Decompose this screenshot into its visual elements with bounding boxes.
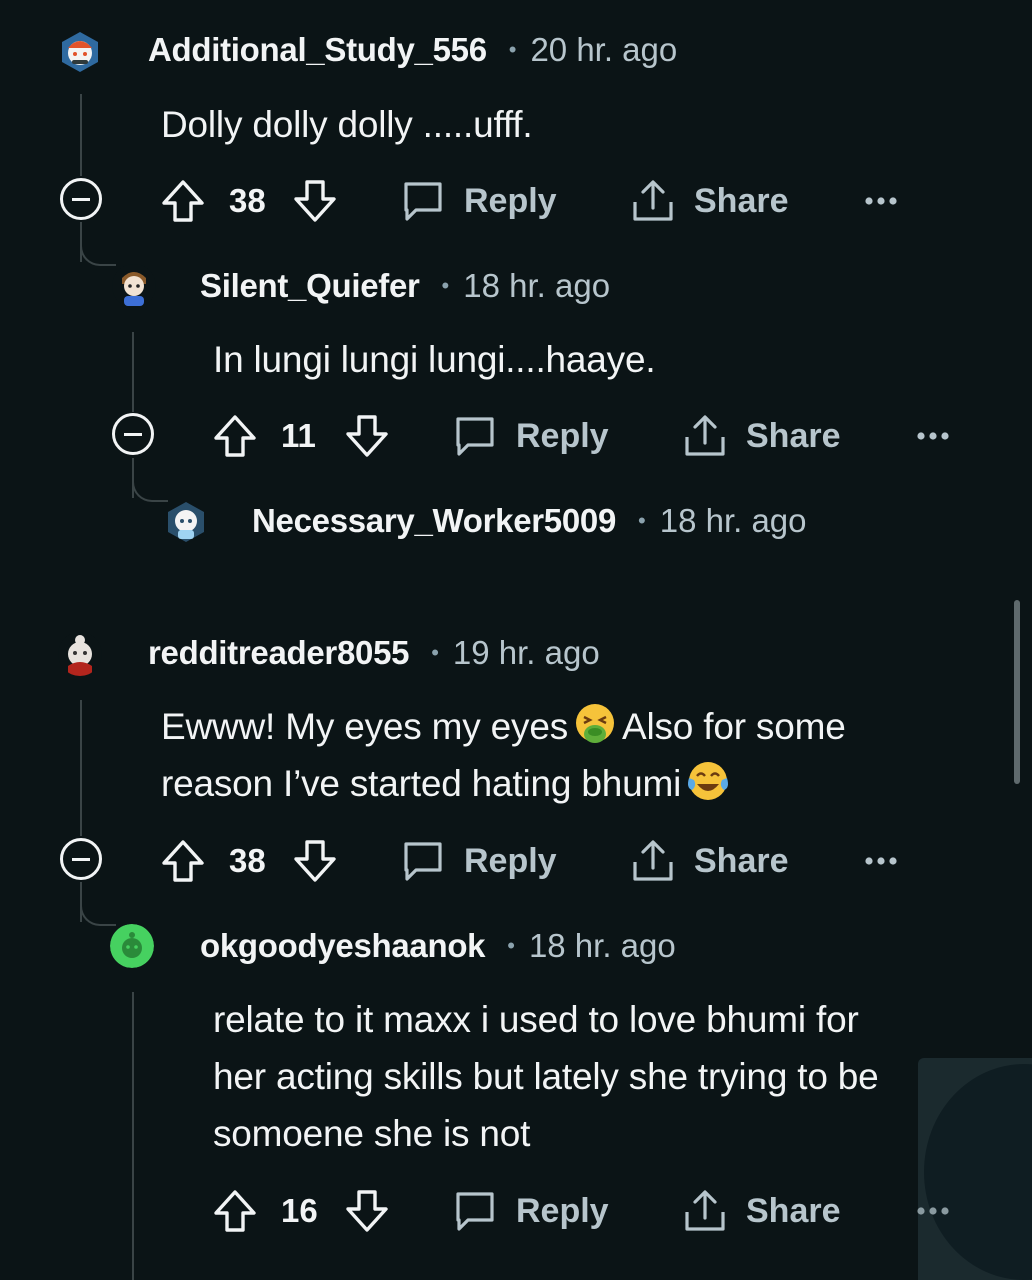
separator-dot: • bbox=[508, 37, 517, 62]
comment-meta: redditreader8055 • 19 hr. ago bbox=[148, 633, 600, 673]
separator-dot: • bbox=[638, 508, 646, 533]
face-vomiting-emoji bbox=[576, 704, 614, 743]
comment-actions: 38 Reply Share bbox=[160, 836, 920, 886]
comment-actions: 16 Reply Share bbox=[212, 1186, 972, 1236]
downvote-icon[interactable] bbox=[344, 411, 390, 461]
username[interactable]: Necessary_Worker5009 bbox=[252, 502, 616, 540]
more-options-icon[interactable] bbox=[864, 836, 898, 886]
upvote-icon[interactable] bbox=[212, 1186, 258, 1236]
vote-score: 16 bbox=[281, 1192, 318, 1229]
timestamp: 18 hr. ago bbox=[528, 927, 676, 964]
vote-score: 11 bbox=[281, 417, 316, 454]
thread-branch bbox=[80, 242, 116, 266]
timestamp: 18 hr. ago bbox=[463, 267, 611, 304]
share-icon[interactable] bbox=[682, 1186, 728, 1236]
comment-body-line: reason I’ve started hating bhumi bbox=[161, 755, 846, 812]
avatar[interactable] bbox=[112, 264, 156, 308]
upvote-icon[interactable] bbox=[160, 836, 206, 886]
timestamp: 19 hr. ago bbox=[452, 634, 600, 671]
floating-overlay-button[interactable] bbox=[918, 1058, 1032, 1280]
face-tears-of-joy-emoji bbox=[688, 762, 729, 800]
reply-icon[interactable] bbox=[400, 176, 446, 226]
share-button[interactable]: Share bbox=[694, 176, 789, 226]
reply-button[interactable]: Reply bbox=[516, 411, 609, 461]
comment-body-line: Ewww! My eyes my eyes Also for some bbox=[161, 698, 846, 755]
thread-branch bbox=[80, 902, 116, 926]
share-button[interactable]: Share bbox=[746, 1186, 841, 1236]
reply-button[interactable]: Reply bbox=[464, 176, 557, 226]
username[interactable]: okgoodyeshaanok bbox=[200, 927, 486, 965]
vote-score: 38 bbox=[229, 842, 266, 879]
timestamp: 20 hr. ago bbox=[530, 31, 678, 68]
collapse-button[interactable] bbox=[112, 413, 154, 455]
thread-line bbox=[132, 992, 134, 1280]
comment-body: relate to it maxx i used to love bhumi f… bbox=[213, 991, 879, 1162]
share-button[interactable]: Share bbox=[746, 411, 841, 461]
downvote-icon[interactable] bbox=[292, 836, 338, 886]
avatar[interactable] bbox=[110, 924, 154, 968]
username[interactable]: Silent_Quiefer bbox=[200, 267, 420, 305]
username[interactable]: Additional_Study_556 bbox=[148, 31, 487, 69]
share-icon[interactable] bbox=[682, 411, 728, 461]
share-icon[interactable] bbox=[630, 176, 676, 226]
scrollbar[interactable] bbox=[1014, 600, 1020, 784]
comment-actions: 38 Reply Share bbox=[160, 176, 920, 226]
comment-meta: Silent_Quiefer • 18 hr. ago bbox=[200, 266, 610, 306]
comment-body-line: her acting skills but lately she trying … bbox=[213, 1056, 879, 1097]
share-icon[interactable] bbox=[630, 836, 676, 886]
separator-dot: • bbox=[441, 273, 450, 298]
separator-dot: • bbox=[431, 640, 439, 665]
more-options-icon[interactable] bbox=[864, 176, 898, 226]
username[interactable]: redditreader8055 bbox=[148, 634, 409, 672]
vote-score: 38 bbox=[229, 182, 266, 219]
comment-body-line: relate to it maxx i used to love bhumi f… bbox=[213, 999, 859, 1040]
thread-branch bbox=[132, 478, 168, 502]
comment-meta: Additional_Study_556 • 20 hr. ago bbox=[148, 30, 677, 70]
more-options-icon[interactable] bbox=[916, 411, 950, 461]
collapse-button[interactable] bbox=[60, 178, 102, 220]
more-options-icon[interactable] bbox=[916, 1206, 950, 1216]
reply-button[interactable]: Reply bbox=[464, 836, 557, 886]
upvote-icon[interactable] bbox=[212, 411, 258, 461]
timestamp: 18 hr. ago bbox=[659, 502, 807, 539]
thread-line bbox=[132, 332, 134, 412]
share-button[interactable]: Share bbox=[694, 836, 789, 886]
avatar[interactable] bbox=[164, 500, 208, 544]
separator-dot: • bbox=[507, 933, 515, 958]
reply-icon[interactable] bbox=[452, 1186, 498, 1236]
collapse-button[interactable] bbox=[60, 838, 102, 880]
comment-body: Dolly dolly dolly .....ufff. bbox=[161, 104, 533, 145]
reply-icon[interactable] bbox=[452, 411, 498, 461]
comment-meta: okgoodyeshaanok • 18 hr. ago bbox=[200, 926, 676, 966]
thread-line bbox=[80, 700, 82, 836]
avatar[interactable] bbox=[58, 632, 102, 676]
downvote-icon[interactable] bbox=[344, 1186, 390, 1236]
comment-body-line: somoene she is not bbox=[213, 1113, 531, 1154]
comment-body: In lungi lungi lungi....haaye. bbox=[213, 339, 656, 380]
reply-button[interactable]: Reply bbox=[516, 1186, 609, 1236]
comment-meta: Necessary_Worker5009 • 18 hr. ago bbox=[252, 501, 807, 541]
comment-actions: 11 Reply Share bbox=[212, 411, 972, 461]
avatar[interactable] bbox=[58, 30, 102, 74]
reply-icon[interactable] bbox=[400, 836, 446, 886]
comment-body: Ewww! My eyes my eyes Also for some reaso… bbox=[161, 698, 846, 812]
downvote-icon[interactable] bbox=[292, 176, 338, 226]
thread-line bbox=[80, 94, 82, 176]
upvote-icon[interactable] bbox=[160, 176, 206, 226]
